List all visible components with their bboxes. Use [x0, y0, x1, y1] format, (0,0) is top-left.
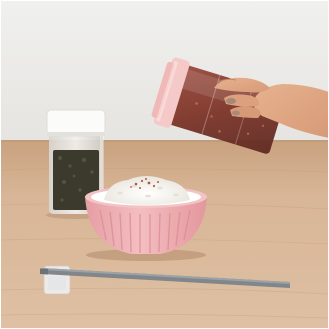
- photo-illustration: [0, 0, 329, 329]
- photo-scene: [0, 0, 329, 329]
